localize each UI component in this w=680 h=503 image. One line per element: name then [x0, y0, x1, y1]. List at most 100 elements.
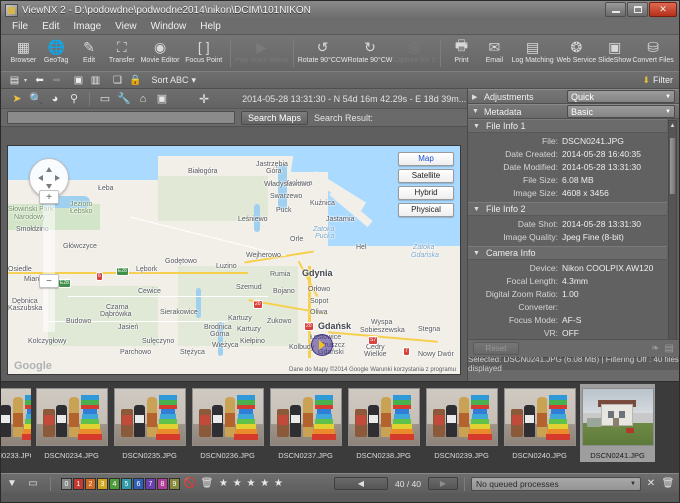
map-type-map[interactable]: Map — [398, 152, 454, 166]
thumbnail-size-icon[interactable]: ▭ — [22, 477, 44, 491]
thumbnail-item[interactable]: DSCN0238.JPG — [346, 388, 421, 460]
thumbnail-image[interactable] — [425, 388, 498, 446]
filter-button[interactable]: ⬇ Filter — [642, 75, 673, 86]
label-chip-2[interactable]: 2 — [85, 477, 96, 490]
no-label-icon[interactable]: 🚫 — [183, 477, 197, 491]
thumbnail-image[interactable] — [113, 388, 186, 446]
label-chip-4[interactable]: 4 — [109, 477, 120, 490]
toolbar-button-web-service[interactable]: ❂ Web Service — [554, 37, 598, 65]
thumbnail-image[interactable] — [35, 388, 108, 446]
thumbnail-item[interactable]: DSCN0237.JPG — [268, 388, 343, 460]
pointer-tool-icon[interactable]: ➤ — [9, 91, 25, 107]
thumbnail-item[interactable]: DSCN0241.JPG — [580, 384, 655, 462]
menu-item-view[interactable]: View — [108, 19, 144, 35]
label-chip-8[interactable]: 8 — [157, 477, 168, 490]
reset-button[interactable]: Reset — [473, 342, 519, 355]
toolbar-button-email[interactable]: ✉ Email — [478, 37, 511, 65]
pan-tool-icon[interactable]: ◕ — [47, 91, 63, 107]
label-chip-0[interactable]: 0 — [61, 477, 72, 490]
minimize-button[interactable] — [605, 2, 626, 17]
thumbnail-item[interactable]: N0233.JPG — [1, 388, 31, 460]
toolbar-button-rotate-90-ccw[interactable]: ↺ Rotate 90°CCW — [298, 37, 348, 65]
thumbnail-item[interactable]: DSCN0240.JPG — [502, 388, 577, 460]
view-mode-icon[interactable]: ▤ — [7, 73, 22, 88]
adjustments-section-header[interactable]: ▶ Adjustments Quick ▼ — [468, 89, 679, 104]
thumbnail-image[interactable] — [503, 388, 576, 446]
menu-item-help[interactable]: Help — [193, 19, 228, 35]
toolbar-button-edit[interactable]: ✎ Edit — [73, 37, 106, 65]
map-type-satellite[interactable]: Satellite — [398, 169, 454, 183]
toolbar-button-log-matching[interactable]: ▤ Log Matching — [511, 37, 555, 65]
thumbnail-image[interactable] — [1, 388, 31, 446]
magnifier-tool-icon[interactable]: 🔍 — [28, 91, 44, 107]
protect-icon[interactable]: 🔒 — [127, 73, 143, 88]
sort-dropdown[interactable]: Sort ABC ▾ — [151, 75, 196, 86]
menu-item-image[interactable]: Image — [66, 19, 108, 35]
zoom-out-button[interactable]: − — [39, 274, 59, 288]
toolbar-button-convert-files[interactable]: ⛁ Convert Files — [631, 37, 675, 65]
new-folder-icon[interactable]: ▥ — [88, 73, 103, 88]
map-type-physical[interactable]: Physical — [398, 203, 454, 217]
toolbar-button-browser[interactable]: ▦ Browser — [7, 37, 40, 65]
geo-pin-marker[interactable] — [311, 334, 333, 356]
thumbnail-image[interactable] — [581, 388, 654, 446]
chevron-down-icon[interactable]: ▼ — [5, 477, 19, 491]
map-type-hybrid[interactable]: Hybrid — [398, 186, 454, 200]
search-maps-button[interactable]: Search Maps — [241, 110, 309, 125]
label-chip-9[interactable]: 9 — [169, 477, 180, 490]
metadata-preset-select[interactable]: Basic ▼ — [567, 105, 675, 118]
callout-tool-icon[interactable]: ▭ — [97, 91, 113, 107]
thumbnail-item[interactable]: DSCN0234.JPG — [34, 388, 109, 460]
thumbnail-image[interactable] — [347, 388, 420, 446]
menu-item-file[interactable]: File — [5, 19, 35, 35]
zoom-in-button[interactable]: + — [39, 190, 59, 204]
metadata-group-header[interactable]: ▼ Camera Info — [468, 246, 667, 260]
pin-tool-icon[interactable]: ⚲ — [66, 91, 82, 107]
label-chip-3[interactable]: 3 — [97, 477, 108, 490]
trash-icon[interactable]: 🗑 — [200, 477, 214, 491]
menu-item-edit[interactable]: Edit — [35, 19, 66, 35]
toolbar-button-transfer[interactable]: ⛶ Transfer — [105, 37, 138, 65]
prev-page-button[interactable]: ◀ — [334, 477, 388, 490]
scroll-up-icon[interactable]: ▲ — [669, 121, 676, 130]
metadata-section-header[interactable]: ▼ Metadata Basic ▼ — [468, 104, 679, 119]
toolbar-button-movie-editor[interactable]: ◉ Movie Editor — [138, 37, 182, 65]
rating-filter-stars[interactable]: ★ ★ ★ ★ ★ — [219, 478, 284, 489]
toolbar-button-rotate-90-cw[interactable]: ↻ Rotate 90°CW — [348, 37, 393, 65]
metadata-group-header[interactable]: ▼ File Info 2 — [468, 202, 667, 216]
adjustments-preset-select[interactable]: Quick ▼ — [567, 90, 675, 103]
filmstrip[interactable]: N0233.JPG DSCN0234.JPG DSCN0235.JPG DSCN023… — [1, 381, 679, 473]
scrollbar-thumb[interactable] — [669, 137, 676, 195]
settings-tool-icon[interactable]: 🔧 — [116, 91, 132, 107]
toolbar-button-slideshow[interactable]: ▣ SlideShow — [598, 37, 631, 65]
toolbar-button-print[interactable]: 🖶 Print — [445, 37, 478, 65]
maximize-button[interactable] — [627, 2, 648, 17]
close-button[interactable]: ✕ — [649, 2, 677, 17]
metadata-options-icon[interactable]: ▤ — [665, 343, 674, 354]
label-chip-1[interactable]: 1 — [73, 477, 84, 490]
back-icon[interactable]: ⬅ — [32, 73, 47, 88]
photo-tool-icon[interactable]: ▣ — [154, 91, 170, 107]
metadata-group-header[interactable]: ▼ File Info 1 — [468, 119, 667, 133]
xmp-icon[interactable]: ❧ — [651, 343, 659, 354]
home-tool-icon[interactable]: ⌂ — [135, 91, 151, 107]
cancel-queue-icon[interactable]: ✕ — [644, 477, 658, 491]
label-chip-6[interactable]: 6 — [133, 477, 144, 490]
thumbnail-image[interactable] — [191, 388, 264, 446]
label-chip-5[interactable]: 5 — [121, 477, 132, 490]
menu-item-window[interactable]: Window — [144, 19, 194, 35]
label-chip-7[interactable]: 7 — [145, 477, 156, 490]
thumbnail-item[interactable]: DSCN0235.JPG — [112, 388, 187, 460]
thumbnail-item[interactable]: DSCN0236.JPG — [190, 388, 265, 460]
metadata-scrollbar[interactable]: ▲ ▼ — [668, 120, 677, 356]
folder-up-icon[interactable]: ▣ — [71, 73, 86, 88]
toolbar-button-focus-point[interactable]: [ ] Focus Point — [182, 37, 226, 65]
toolbar-button-geotag[interactable]: 🌐 GeoTag — [40, 37, 73, 65]
queue-select[interactable]: No queued processes ▼ — [471, 476, 641, 491]
search-input[interactable] — [7, 111, 235, 124]
copy-icon[interactable]: ❏ — [110, 73, 125, 88]
zoom-slider-track[interactable] — [43, 204, 55, 332]
map-canvas[interactable]: Białogóra Krokowa Łeba Jezioro Łebsko Słowińs… — [7, 145, 461, 375]
crosshair-icon[interactable]: ✛ — [199, 92, 209, 106]
next-page-button[interactable]: ▶ — [428, 477, 458, 490]
